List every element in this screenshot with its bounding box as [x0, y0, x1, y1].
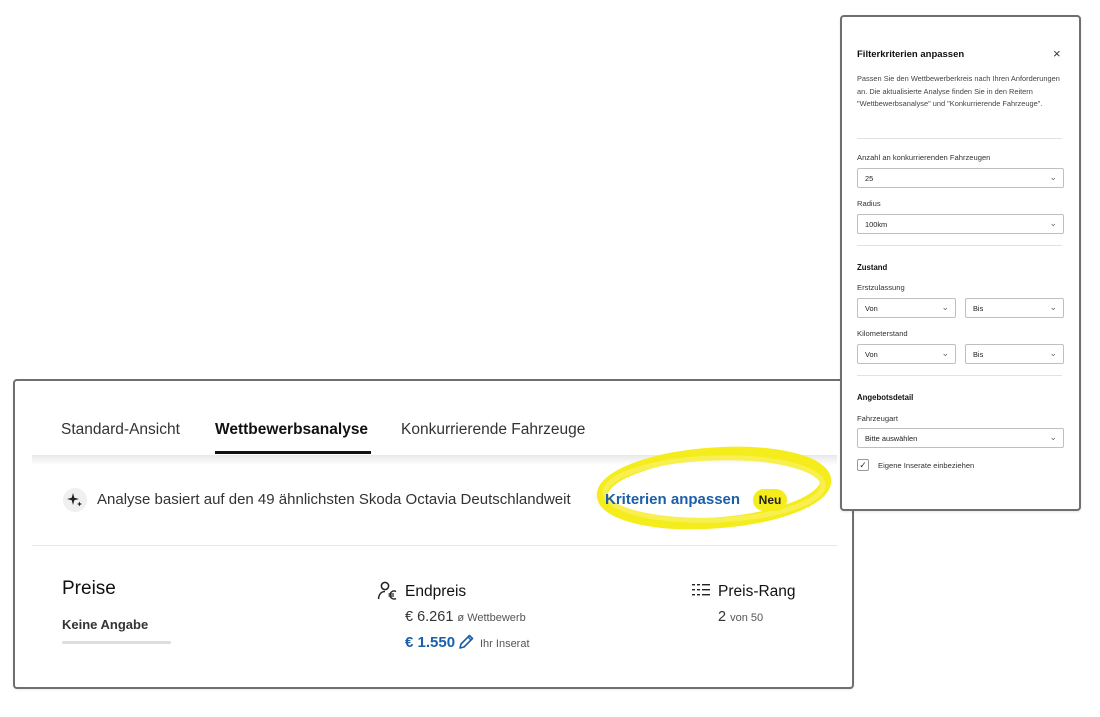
fahrzeugart-select[interactable]: Bitte auswählen ⌄	[857, 428, 1064, 448]
preis-rang-heading: Preis-Rang	[718, 583, 796, 600]
preis-rang-value: 2 von 50	[718, 609, 763, 625]
kilometer-bis-value: Bis	[973, 350, 984, 359]
rank-number: 2	[718, 609, 727, 625]
tab-konkurrierende-fahrzeuge[interactable]: Konkurrierende Fahrzeuge	[401, 421, 585, 439]
rank-of-label: von 50	[730, 612, 764, 624]
active-tab-indicator	[215, 451, 371, 454]
panel-divider	[857, 245, 1062, 246]
competitor-price-label: ø Wettbewerb	[457, 612, 526, 624]
empty-value-bar	[62, 641, 171, 644]
competitor-price: € 6.261 ø Wettbewerb	[405, 609, 526, 625]
kriterien-anpassen-link[interactable]: Kriterien anpassen	[605, 491, 740, 508]
filter-panel-title: Filterkriterien anpassen	[857, 49, 965, 60]
erstzulassung-von-value: Von	[865, 304, 878, 313]
fahrzeugart-label: Fahrzeugart	[857, 414, 898, 423]
zustand-heading: Zustand	[857, 263, 888, 272]
angebotsdetail-heading: Angebotsdetail	[857, 393, 914, 402]
chevron-down-icon: ⌄	[1049, 432, 1057, 442]
ranking-list-icon	[692, 584, 710, 596]
close-icon[interactable]: ×	[1053, 46, 1061, 61]
chevron-down-icon: ⌄	[1049, 172, 1057, 182]
kilometer-von-select[interactable]: Von ⌄	[857, 344, 956, 364]
section-divider	[32, 545, 837, 546]
erstzulassung-bis-value: Bis	[973, 304, 984, 313]
kilometerstand-label: Kilometerstand	[857, 329, 908, 338]
erstzulassung-von-select[interactable]: Von ⌄	[857, 298, 956, 318]
tab-wettbewerbsanalyse[interactable]: Wettbewerbsanalyse	[215, 421, 368, 439]
neu-badge: Neu	[753, 489, 787, 511]
competition-analysis-card: Standard-Ansicht Wettbewerbsanalyse Konk…	[13, 379, 854, 689]
endpreis-heading: Endpreis	[405, 583, 467, 600]
own-listing-label: Ihr Inserat	[480, 638, 530, 650]
preise-heading: Preise	[62, 578, 116, 599]
chevron-down-icon: ⌄	[941, 302, 949, 312]
radius-select[interactable]: 100km ⌄	[857, 214, 1064, 234]
keine-angabe-label: Keine Angabe	[62, 617, 149, 632]
own-price-value[interactable]: € 1.550	[405, 634, 455, 651]
panel-divider	[857, 375, 1062, 376]
filter-panel-description: Passen Sie den Wettbewerberkreis nach Ih…	[857, 74, 1060, 109]
erstzulassung-bis-select[interactable]: Bis ⌄	[965, 298, 1064, 318]
chevron-down-icon: ⌄	[1049, 302, 1057, 312]
analysis-info-text: Analyse basiert auf den 49 ähnlichsten S…	[97, 491, 571, 508]
own-listings-checkbox[interactable]: ✓	[857, 459, 869, 471]
radius-select-value: 100km	[865, 220, 888, 229]
kilometer-bis-select[interactable]: Bis ⌄	[965, 344, 1064, 364]
count-select[interactable]: 25 ⌄	[857, 168, 1064, 188]
panel-divider	[857, 138, 1062, 139]
competitor-price-value: € 6.261	[405, 609, 454, 625]
chevron-down-icon: ⌄	[1049, 218, 1057, 228]
erstzulassung-label: Erstzulassung	[857, 283, 905, 292]
filter-panel: Filterkriterien anpassen × Passen Sie de…	[840, 15, 1081, 511]
count-label: Anzahl an konkurrierenden Fahrzeugen	[857, 153, 991, 162]
fahrzeugart-select-value: Bitte auswählen	[865, 434, 918, 443]
pencil-edit-icon[interactable]	[457, 633, 475, 651]
own-listings-label: Eigene Inserate einbeziehen	[878, 461, 975, 470]
tab-standard-ansicht[interactable]: Standard-Ansicht	[61, 421, 180, 439]
kilometer-von-value: Von	[865, 350, 878, 359]
highlight-circle-annotation	[596, 446, 832, 530]
chevron-down-icon: ⌄	[1049, 348, 1057, 358]
chevron-down-icon: ⌄	[941, 348, 949, 358]
count-select-value: 25	[865, 174, 874, 183]
radius-label: Radius	[857, 199, 881, 208]
sparkle-icon	[63, 488, 87, 512]
person-euro-icon	[377, 581, 397, 600]
